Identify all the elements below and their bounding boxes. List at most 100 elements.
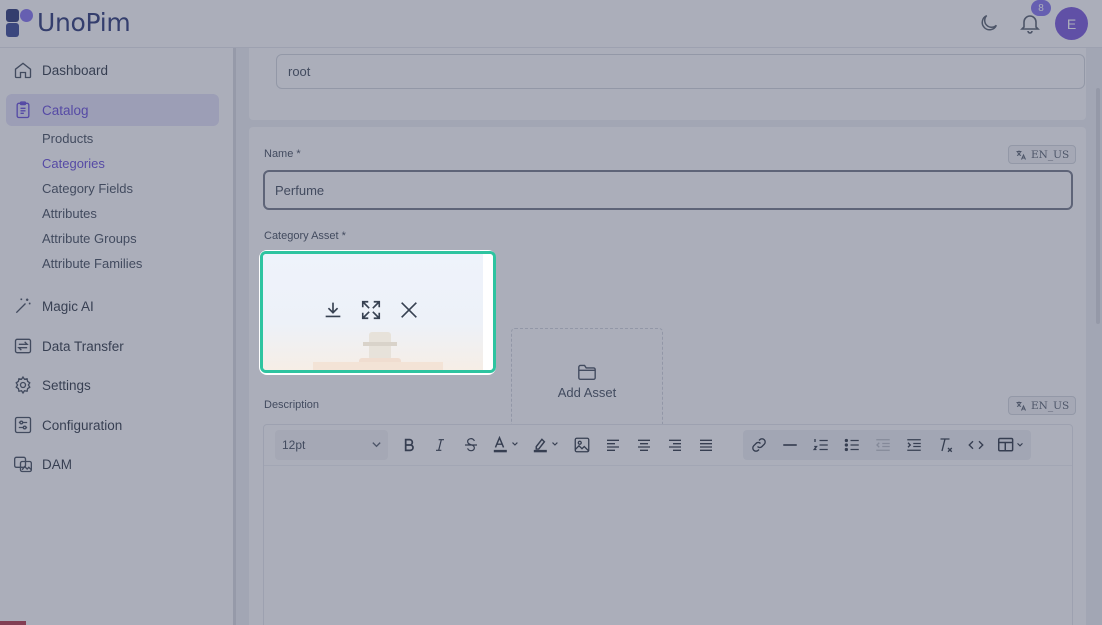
translate-icon	[1016, 150, 1026, 160]
download-icon	[325, 302, 341, 318]
sidebar-item-settings[interactable]: Settings	[6, 369, 219, 401]
unopim-logo-mark	[6, 8, 33, 37]
clear-formatting-button[interactable]	[929, 430, 960, 460]
sidebar-item-dashboard[interactable]: Dashboard	[6, 54, 219, 86]
notification-count-badge: 8	[1031, 0, 1051, 16]
sidebar-item-label: DAM	[42, 456, 72, 472]
bullet-list-button[interactable]	[836, 430, 867, 460]
highlight-color-button[interactable]	[526, 430, 566, 460]
sidebar-item-label: Data Transfer	[42, 338, 124, 354]
asset-preview-edge	[483, 254, 493, 370]
name-input-value: Perfume	[275, 182, 325, 198]
bold-button[interactable]	[393, 430, 424, 460]
magic-wand-icon	[12, 295, 34, 317]
toolbar-group-insert	[743, 430, 1031, 460]
sidebar-item-data-transfer[interactable]: Data Transfer	[6, 330, 219, 362]
strikethrough-icon	[464, 438, 477, 452]
indent-icon	[906, 439, 921, 451]
editor-toolbar: 12pt	[275, 429, 1031, 461]
indent-button[interactable]	[898, 430, 929, 460]
top-header: UnoPim 8 E	[0, 0, 1102, 48]
insert-image-button[interactable]	[566, 430, 597, 460]
sidebar-subitem-attribute-families[interactable]: Attribute Families	[42, 256, 142, 271]
transfer-icon	[12, 335, 34, 357]
sidebar-subitem-categories[interactable]: Categories	[42, 156, 105, 171]
highlight-icon	[533, 438, 558, 453]
font-size-select[interactable]: 12pt	[275, 430, 388, 460]
status-strip	[0, 621, 26, 625]
gear-icon	[12, 374, 34, 396]
download-asset-button[interactable]	[321, 298, 345, 322]
sidebar-item-label: Magic AI	[42, 298, 94, 314]
remove-asset-button[interactable]	[397, 298, 421, 322]
close-icon	[401, 302, 417, 318]
image-icon	[574, 437, 589, 453]
justify-icon	[699, 439, 712, 451]
outdent-button[interactable]	[867, 430, 898, 460]
name-input[interactable]: Perfume	[263, 170, 1073, 210]
sidebar-item-label: Catalog	[42, 102, 89, 118]
folder-icon	[578, 364, 596, 381]
sidebar-item-label: Configuration	[42, 417, 123, 433]
editor-divider	[264, 465, 1072, 466]
code-icon	[967, 440, 984, 450]
outdent-icon	[875, 439, 890, 451]
expand-icon	[361, 300, 381, 320]
source-code-button[interactable]	[960, 430, 991, 460]
align-left-icon	[606, 439, 619, 451]
horizontal-rule-button[interactable]	[774, 430, 805, 460]
add-asset-label: Add Asset	[557, 385, 617, 400]
sidebar-subitem-category-fields[interactable]: Category Fields	[42, 181, 133, 196]
logo-text: UnoPim	[37, 8, 131, 37]
parent-category-value: root	[288, 64, 311, 79]
sidebar-subitem-products[interactable]: Products	[42, 131, 93, 146]
moon-icon	[981, 14, 998, 31]
numbered-list-icon	[812, 439, 828, 451]
justify-button[interactable]	[690, 430, 721, 460]
sidebar-item-magic-ai[interactable]: Magic AI	[6, 290, 219, 322]
expand-asset-button[interactable]	[359, 298, 383, 322]
sidebar-subitem-attributes[interactable]: Attributes	[42, 206, 97, 221]
text-color-icon	[493, 436, 518, 453]
dam-icon	[12, 453, 34, 475]
chevron-down-icon	[372, 442, 381, 448]
table-icon	[997, 437, 1023, 452]
sidebar-item-configuration[interactable]: Configuration	[6, 409, 219, 441]
category-asset-label: Category Asset *	[264, 230, 346, 242]
align-right-button[interactable]	[659, 430, 690, 460]
align-left-button[interactable]	[597, 430, 628, 460]
link-button[interactable]	[743, 430, 774, 460]
user-avatar[interactable]: E	[1055, 7, 1088, 40]
table-button[interactable]	[991, 430, 1031, 460]
add-asset-button[interactable]: Add Asset	[511, 328, 663, 435]
bold-icon	[404, 438, 414, 452]
name-locale-chip: EN_US	[1008, 145, 1077, 164]
asset-actions	[321, 298, 421, 322]
parent-category-field[interactable]: root	[276, 54, 1085, 89]
italic-button[interactable]	[424, 430, 455, 460]
sidebar-subitem-attribute-groups[interactable]: Attribute Groups	[42, 231, 137, 246]
sidebar-item-catalog[interactable]: Catalog	[6, 94, 219, 126]
parent-category-card: root	[249, 48, 1086, 120]
sliders-icon	[12, 414, 34, 436]
align-center-icon	[637, 439, 650, 451]
description-label: Description	[264, 399, 320, 411]
description-locale-chip: EN_US	[1008, 396, 1077, 415]
asset-preview-card[interactable]	[260, 251, 496, 373]
clipboard-icon	[12, 99, 34, 121]
app-logo[interactable]: UnoPim	[6, 8, 131, 37]
align-center-button[interactable]	[628, 430, 659, 460]
description-editor[interactable]: 12pt	[263, 424, 1073, 625]
link-icon	[751, 438, 766, 452]
align-right-icon	[668, 439, 681, 451]
bullet-list-icon	[844, 438, 859, 452]
strikethrough-button[interactable]	[455, 430, 486, 460]
numbered-list-button[interactable]	[805, 430, 836, 460]
dark-mode-toggle[interactable]	[978, 12, 1002, 36]
home-icon	[12, 59, 34, 81]
text-color-button[interactable]	[486, 430, 526, 460]
clear-format-icon	[940, 438, 952, 453]
sidebar-item-dam[interactable]: DAM	[6, 448, 219, 480]
sidebar-item-label: Settings	[42, 377, 91, 393]
page-scrollbar[interactable]	[1096, 88, 1100, 324]
